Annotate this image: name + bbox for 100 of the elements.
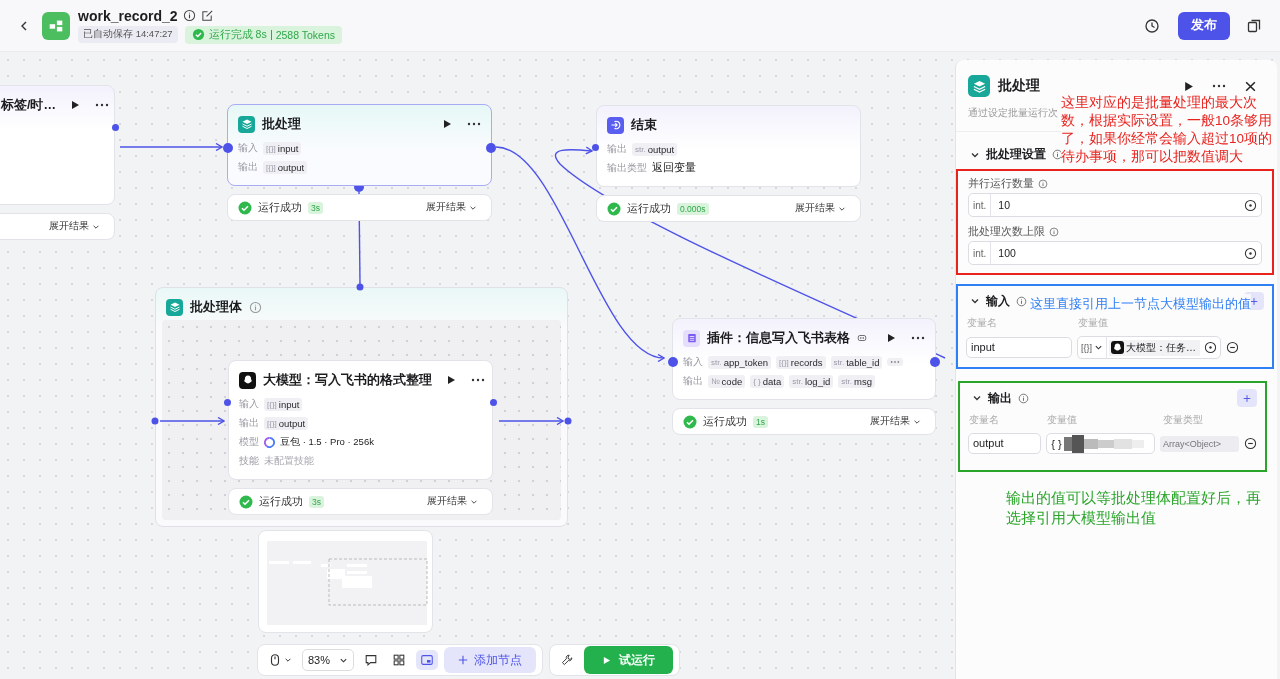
row-value: 返回变量: [652, 161, 696, 175]
play-icon[interactable]: [446, 375, 456, 385]
play-icon[interactable]: [1183, 80, 1194, 92]
variable-tag: № code: [708, 374, 746, 388]
port-handle[interactable]: [930, 357, 940, 367]
copy-icon[interactable]: [1246, 17, 1262, 34]
node-title: 标签/时…: [1, 96, 56, 114]
reference-icon[interactable]: [1244, 198, 1257, 212]
variable-tag: { } data: [750, 374, 785, 388]
variable-tag: [{}] records: [776, 355, 826, 369]
expand-results-button[interactable]: 展开结果: [870, 415, 925, 428]
grid-icon: [392, 653, 406, 667]
field-label: 并行运行数量: [968, 177, 1034, 191]
port-handle[interactable]: [592, 144, 599, 151]
exit-icon: [607, 116, 624, 134]
info-icon[interactable]: [182, 9, 196, 22]
variable-tag: [{}] output: [263, 160, 308, 174]
chevron-icon[interactable]: [970, 296, 980, 306]
remove-icon[interactable]: [1226, 341, 1239, 354]
variable-tag: str. msg: [838, 374, 875, 388]
more-tags-button[interactable]: [887, 358, 904, 366]
success-icon: [607, 201, 621, 216]
play-icon[interactable]: [886, 333, 896, 343]
layers-icon: [166, 298, 183, 316]
row-label: 输出: [607, 142, 627, 156]
layers-icon: [968, 75, 990, 97]
type-select[interactable]: [{}]: [1078, 337, 1107, 358]
expand-results-button[interactable]: 展开结果: [795, 202, 850, 215]
variable-tag: [{}] output: [264, 416, 309, 430]
annotation-text: 这里对应的是批量处理的最大次数，根据实际设置，一般10条够用了，如果你经常会输入超过10项的待办事项，那可以把数值调大: [1061, 94, 1277, 166]
plus-icon: [1250, 295, 1258, 307]
expand-results-button[interactable]: 展开结果: [427, 495, 482, 508]
row-value: 未配置技能: [264, 454, 314, 468]
port-handle[interactable]: [151, 417, 159, 425]
variable-tag: str. table_id: [830, 355, 883, 369]
port-handle[interactable]: [224, 399, 231, 406]
history-icon[interactable]: [1144, 17, 1160, 34]
comment-icon: [364, 653, 378, 667]
variable-name-field[interactable]: output: [968, 433, 1042, 454]
plugin-icon: [857, 333, 867, 343]
port-handle[interactable]: [490, 399, 497, 406]
port-handle[interactable]: [486, 143, 496, 153]
port-handle[interactable]: [223, 143, 233, 153]
section-title: 输入: [986, 292, 1010, 310]
row-label: 输出: [238, 160, 258, 174]
workflow-title: work_record_2: [78, 7, 178, 24]
chevron-icon[interactable]: [972, 393, 982, 403]
node-title: 插件：信息写入飞书表格: [707, 329, 850, 347]
publish-button[interactable]: 发布: [1178, 11, 1230, 40]
connector-line: [159, 416, 225, 426]
app-icon: [42, 11, 70, 40]
number-input-field[interactable]: int. 10: [968, 193, 1262, 217]
caret-icon: [284, 656, 292, 664]
plus-icon: [1243, 392, 1251, 404]
variable-tag: str. app_token: [708, 355, 772, 369]
caret-icon: [1094, 343, 1103, 352]
play-icon[interactable]: [442, 119, 452, 129]
column-header: 变量类型: [1163, 413, 1203, 427]
variable-tag: str. log_id: [789, 374, 834, 388]
row-label: 技能: [239, 454, 259, 468]
port-handle[interactable]: [668, 357, 678, 367]
play-icon[interactable]: [70, 100, 80, 110]
connector-line: [498, 416, 564, 426]
minimap-toggle[interactable]: [416, 650, 438, 670]
section-title: 批处理设置: [986, 146, 1046, 163]
reference-icon[interactable]: [1244, 246, 1257, 260]
variable-tag: [{}] input: [264, 397, 303, 411]
more-icon: [890, 360, 901, 364]
layers-icon: [238, 115, 255, 133]
reference-icon[interactable]: [1204, 341, 1217, 354]
row-label: 输入: [238, 141, 258, 155]
add-node-button[interactable]: 添加节点: [444, 647, 536, 673]
run-status: 运行成功: [627, 201, 671, 216]
node-title: 大模型：写入飞书的格式整理: [263, 371, 432, 389]
zoom-select[interactable]: 83%: [302, 649, 354, 671]
table-icon: [683, 329, 700, 347]
edit-icon[interactable]: [200, 9, 214, 22]
port-handle[interactable]: [356, 283, 364, 291]
close-icon[interactable]: [1244, 79, 1257, 93]
number-input-field[interactable]: int. 100: [968, 241, 1262, 265]
variable-tag: [{}] input: [263, 141, 302, 155]
field-label: 批处理次数上限: [968, 225, 1045, 239]
column-header: 变量值: [1047, 413, 1077, 427]
variable-name-field[interactable]: input: [966, 337, 1072, 358]
plus-icon: [458, 655, 468, 665]
expand-results-button[interactable]: 展开结果: [49, 220, 104, 233]
model-logo-icon: [1111, 341, 1124, 354]
row-label: 模型: [239, 435, 259, 449]
run-status: 运行成功: [259, 494, 303, 509]
zoom-value: 83%: [308, 654, 331, 666]
run-status: 运行成功: [258, 200, 302, 215]
section-title: 输出: [988, 389, 1012, 407]
success-icon: [191, 28, 205, 41]
variable-value-field[interactable]: { }: [1046, 433, 1155, 454]
expand-results-button[interactable]: 展开结果: [426, 201, 481, 214]
reference-value[interactable]: 大模型：任务…: [1109, 339, 1200, 356]
port-handle[interactable]: [112, 124, 119, 131]
port-handle[interactable]: [564, 417, 572, 425]
remove-icon[interactable]: [1244, 437, 1257, 450]
duration-badge: 1s: [753, 415, 768, 428]
